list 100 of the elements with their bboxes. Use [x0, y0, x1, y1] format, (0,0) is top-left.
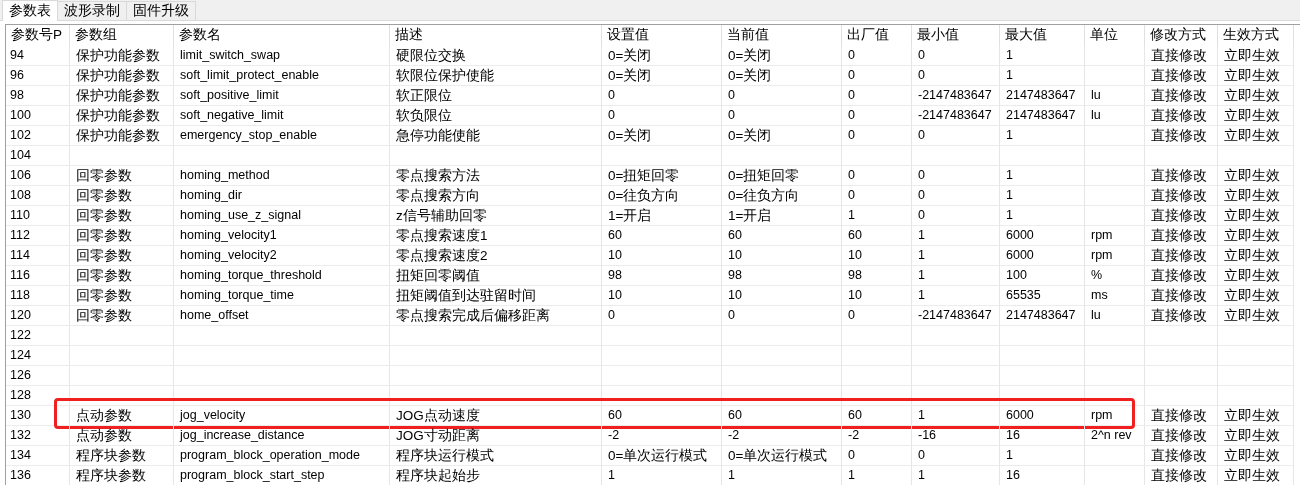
column-header[interactable]: 最大值 [1000, 25, 1085, 46]
table-cell: 直接修改 [1145, 106, 1218, 126]
tab[interactable]: 波形录制 [57, 1, 127, 20]
table-cell: 16 [1000, 466, 1085, 485]
table-cell: lu [1085, 106, 1145, 126]
table-cell: 106 [6, 166, 70, 186]
table-cell: 扭矩回零阈值 [390, 266, 602, 286]
table-cell: 60 [602, 406, 722, 426]
table-cell: -16 [912, 426, 1000, 446]
table-cell: 0=扭矩回零 [602, 166, 722, 186]
column-header[interactable]: 最小值 [912, 25, 1000, 46]
table-cell: z信号辅助回零 [390, 206, 602, 226]
table-cell: 118 [6, 286, 70, 306]
table-cell: 立即生效 [1218, 466, 1294, 485]
table-cell: % [1085, 266, 1145, 286]
table-cell: 软正限位 [390, 86, 602, 106]
table-cell: 程序块起始步 [390, 466, 602, 485]
table-cell: 100 [6, 106, 70, 126]
table-cell: 立即生效 [1218, 286, 1294, 306]
column-header[interactable]: 修改方式 [1145, 25, 1218, 46]
table-cell: 0 [912, 206, 1000, 226]
table-cell: 保护功能参数 [70, 66, 174, 86]
table-cell: 1 [1000, 46, 1085, 66]
table-cell: 1 [842, 466, 912, 485]
table-cell: 1 [912, 466, 1000, 485]
table-cell: 程序块参数 [70, 466, 174, 485]
table-cell: 直接修改 [1145, 306, 1218, 326]
table-cell: homing_method [174, 166, 390, 186]
column-header[interactable]: 参数号P [6, 25, 70, 46]
table-cell: 0 [912, 446, 1000, 466]
table-cell: 点动参数 [70, 426, 174, 446]
column-header[interactable]: 当前值 [722, 25, 842, 46]
table-cell: 直接修改 [1145, 446, 1218, 466]
table-cell [1085, 366, 1145, 386]
table-cell: 直接修改 [1145, 186, 1218, 206]
table-cell: 16 [1000, 426, 1085, 446]
table-cell: 直接修改 [1145, 86, 1218, 106]
table-cell: 10 [842, 286, 912, 306]
table-cell [1085, 186, 1145, 206]
table-cell: 立即生效 [1218, 446, 1294, 466]
table-cell: 0 [842, 66, 912, 86]
column-header[interactable]: 出厂值 [842, 25, 912, 46]
table-cell: 保护功能参数 [70, 106, 174, 126]
table-cell: 0 [912, 186, 1000, 206]
table-cell: 急停功能使能 [390, 126, 602, 146]
column-header[interactable]: 描述 [390, 25, 602, 46]
table-cell: 1 [912, 266, 1000, 286]
table-cell: soft_negative_limit [174, 106, 390, 126]
table-cell [1085, 446, 1145, 466]
tab[interactable]: 参数表 [2, 0, 58, 21]
table-cell: 软限位保护使能 [390, 66, 602, 86]
table-cell: 120 [6, 306, 70, 326]
table-cell: homing_torque_time [174, 286, 390, 306]
table-cell: 回零参数 [70, 246, 174, 266]
table-cell: 65535 [1000, 286, 1085, 306]
tab[interactable]: 固件升级 [126, 1, 196, 20]
table-cell: 直接修改 [1145, 406, 1218, 426]
table-cell: 回零参数 [70, 266, 174, 286]
table-cell: 1 [842, 206, 912, 226]
table-cell: -2147483647 [912, 106, 1000, 126]
column-header[interactable]: 参数组 [70, 25, 174, 46]
table-cell: 10 [842, 246, 912, 266]
table-cell: 60 [842, 406, 912, 426]
column-header[interactable]: 单位 [1085, 25, 1145, 46]
table-cell: 116 [6, 266, 70, 286]
table-cell: rpm [1085, 246, 1145, 266]
table-cell: 126 [6, 366, 70, 386]
table-cell: 110 [6, 206, 70, 226]
table-cell: 0=关闭 [602, 66, 722, 86]
column-header[interactable]: 参数名 [174, 25, 390, 46]
table-cell: 0=关闭 [722, 126, 842, 146]
table-cell [842, 326, 912, 346]
table-cell: 134 [6, 446, 70, 466]
table-cell: 0=单次运行模式 [602, 446, 722, 466]
table-cell: 直接修改 [1145, 266, 1218, 286]
table-cell: 立即生效 [1218, 126, 1294, 146]
table-cell [1085, 386, 1145, 406]
table-cell [1085, 66, 1145, 86]
table-cell: 2147483647 [1000, 106, 1085, 126]
column-header[interactable]: 设置值 [602, 25, 722, 46]
table-cell: -2 [602, 426, 722, 446]
table-cell: 0 [912, 126, 1000, 146]
table-cell: program_block_start_step [174, 466, 390, 485]
table-cell: 0 [722, 306, 842, 326]
table-cell: 1 [1000, 446, 1085, 466]
table-cell: 10 [602, 286, 722, 306]
table-cell: 直接修改 [1145, 426, 1218, 446]
table-cell: 立即生效 [1218, 166, 1294, 186]
table-cell: 回零参数 [70, 186, 174, 206]
table-cell: 0 [842, 186, 912, 206]
table-cell: 保护功能参数 [70, 86, 174, 106]
table-cell: 1 [1000, 126, 1085, 146]
table-cell: 0 [912, 66, 1000, 86]
table-cell: 1 [1000, 166, 1085, 186]
table-cell: rpm [1085, 406, 1145, 426]
table-cell: 立即生效 [1218, 106, 1294, 126]
table-cell: home_offset [174, 306, 390, 326]
table-cell: 1 [602, 466, 722, 485]
column-header[interactable]: 生效方式 [1218, 25, 1294, 46]
table-cell: 100 [1000, 266, 1085, 286]
